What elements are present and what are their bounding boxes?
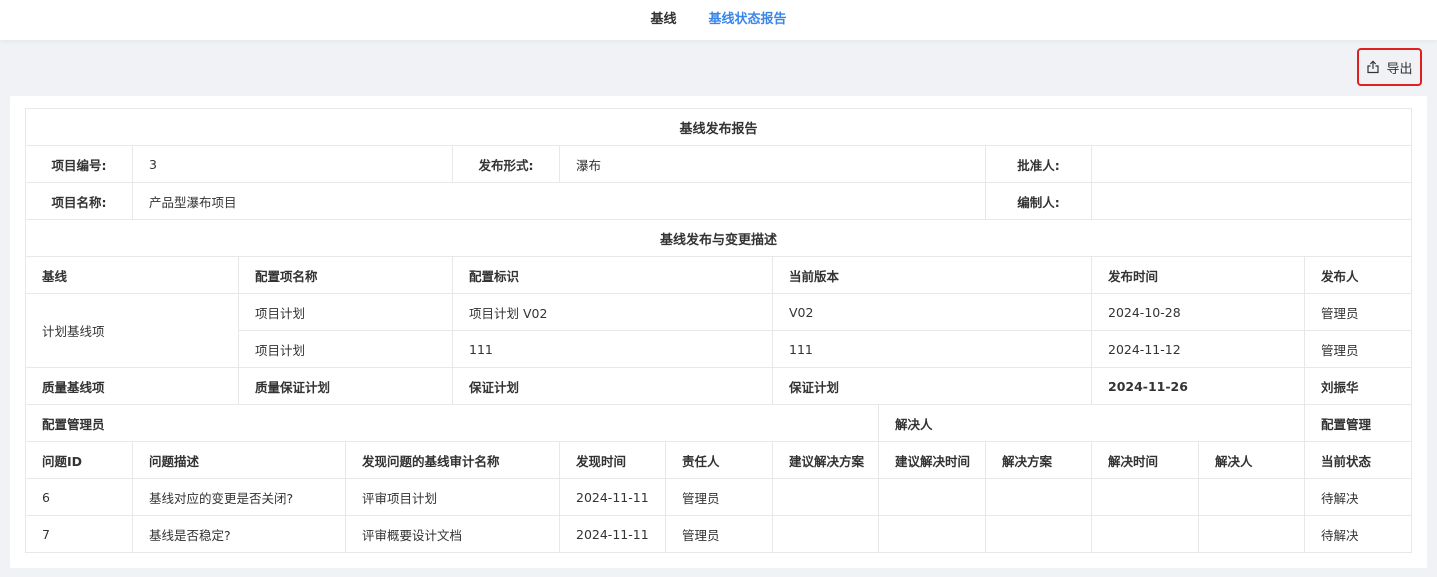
- project-no-label: 项目编号:: [25, 145, 133, 183]
- table-cell: 质量保证计划: [238, 367, 453, 405]
- export-label: 导出: [1386, 61, 1413, 77]
- table-cell: V02: [772, 293, 1092, 331]
- table-cell: [878, 515, 986, 553]
- table-cell: 项目计划: [238, 330, 453, 368]
- header-cell: 问题描述: [132, 441, 346, 479]
- table-cell: 评审概要设计文档: [345, 515, 560, 553]
- section-title: 基线发布与变更描述: [24, 219, 1413, 257]
- header-cell: 基线: [25, 256, 239, 294]
- header-cell: 建议解决时间: [878, 441, 986, 479]
- table-cell: [985, 478, 1092, 516]
- export-button[interactable]: 导出: [1357, 48, 1422, 86]
- project-no-value: 3: [132, 145, 453, 183]
- table-cell: 质量基线项: [25, 367, 239, 405]
- table-cell: 管理员: [665, 478, 773, 516]
- table-cell: 评审项目计划: [345, 478, 560, 516]
- table-cell: [772, 515, 879, 553]
- header-cell: 责任人: [665, 441, 773, 479]
- table-cell: [1198, 478, 1305, 516]
- table-cell: 基线对应的变更是否关闭?: [132, 478, 346, 516]
- table-cell: 待解决: [1303, 515, 1413, 553]
- release-form-value: 瀑布: [559, 145, 986, 183]
- table-cell: [772, 478, 879, 516]
- table-cell: 2024-11-26: [1091, 367, 1305, 405]
- issue-header-row: 问题ID 问题描述 发现问题的基线审计名称 发现时间 责任人 建议解决方案 建议…: [25, 441, 1413, 479]
- table-cell: 项目计划: [238, 293, 453, 331]
- header-cell: 发现问题的基线审计名称: [345, 441, 560, 479]
- header-cell: 解决方案: [985, 441, 1092, 479]
- header-cell: 当前版本: [772, 256, 1092, 294]
- table-cell: 基线是否稳定?: [132, 515, 346, 553]
- header-cell: 发布人: [1303, 256, 1413, 294]
- header-cell: 解决人: [1198, 441, 1305, 479]
- table-cell: 待解决: [1303, 478, 1413, 516]
- baseline-report-table: 基线发布报告 项目编号: 3 发布形式: 瀑布 批准人: 项目名称: 产品型瀑布…: [24, 108, 1413, 553]
- table-cell: 项目计划 V02: [452, 293, 773, 331]
- table-cell: 111: [452, 330, 773, 368]
- header-cell: 配置项名称: [238, 256, 453, 294]
- tab-bar: 基线 基线状态报告: [0, 0, 1437, 40]
- header-cell: 发布时间: [1091, 256, 1305, 294]
- project-name-value: 产品型瀑布项目: [132, 182, 986, 220]
- report-title: 基线发布报告: [24, 108, 1413, 146]
- table-cell: [1198, 515, 1305, 553]
- table-cell: [1091, 478, 1199, 516]
- table-cell: 保证计划: [772, 367, 1092, 405]
- project-name-label: 项目名称:: [25, 182, 133, 220]
- header-cell: 配置管理员: [25, 404, 879, 442]
- table-row: 7 基线是否稳定? 评审概要设计文档 2024-11-11 管理员 待解决: [25, 515, 1413, 553]
- table-cell: 2024-11-11: [559, 478, 666, 516]
- baseline-header-row: 基线 配置项名称 配置标识 当前版本 发布时间 发布人: [25, 256, 1413, 294]
- tab-baseline-status-report[interactable]: 基线状态报告: [693, 0, 803, 40]
- table-row: 计划基线项 项目计划 项目计划 V02 V02 2024-10-28 管理员: [25, 293, 1413, 368]
- table-cell: 111: [772, 330, 1092, 368]
- table-row: 质量基线项 质量保证计划 保证计划 保证计划 2024-11-26 刘振华: [25, 367, 1413, 405]
- table-cell: 2024-11-12: [1091, 330, 1305, 368]
- approver-label: 批准人:: [985, 145, 1092, 183]
- table-cell: 2024-10-28: [1091, 293, 1305, 331]
- table-cell: 保证计划: [452, 367, 773, 405]
- release-form-label: 发布形式:: [452, 145, 560, 183]
- header-cell: 发现时间: [559, 441, 666, 479]
- table-row: 6 基线对应的变更是否关闭? 评审项目计划 2024-11-11 管理员 待解决: [25, 478, 1413, 516]
- table-cell: 管理员: [1303, 330, 1413, 368]
- header-cell: 当前状态: [1303, 441, 1413, 479]
- header-cell: 配置管理: [1303, 404, 1413, 442]
- export-icon: [1366, 60, 1380, 74]
- compiler-label: 编制人:: [985, 182, 1092, 220]
- table-cell: 7: [25, 515, 133, 553]
- compiler-value: [1090, 182, 1413, 220]
- report-card: 基线发布报告 项目编号: 3 发布形式: 瀑布 批准人: 项目名称: 产品型瀑布…: [10, 96, 1427, 568]
- table-cell: 刘振华: [1303, 367, 1413, 405]
- group-header-row: 配置管理员 解决人 配置管理: [25, 404, 1413, 442]
- header-cell: 建议解决方案: [772, 441, 879, 479]
- table-cell: 管理员: [665, 515, 773, 553]
- table-cell: 管理员: [1303, 293, 1413, 331]
- table-cell: [878, 478, 986, 516]
- tab-baseline[interactable]: 基线: [634, 0, 692, 40]
- table-cell: [985, 515, 1092, 553]
- header-cell: 问题ID: [25, 441, 133, 479]
- table-cell: 2024-11-11: [559, 515, 666, 553]
- header-cell: 解决时间: [1091, 441, 1199, 479]
- header-cell: 解决人: [878, 404, 1305, 442]
- approver-value: [1090, 145, 1413, 183]
- header-cell: 配置标识: [452, 256, 773, 294]
- plan-baseline-name: 计划基线项: [25, 293, 239, 368]
- table-cell: [1091, 515, 1199, 553]
- table-cell: 6: [25, 478, 133, 516]
